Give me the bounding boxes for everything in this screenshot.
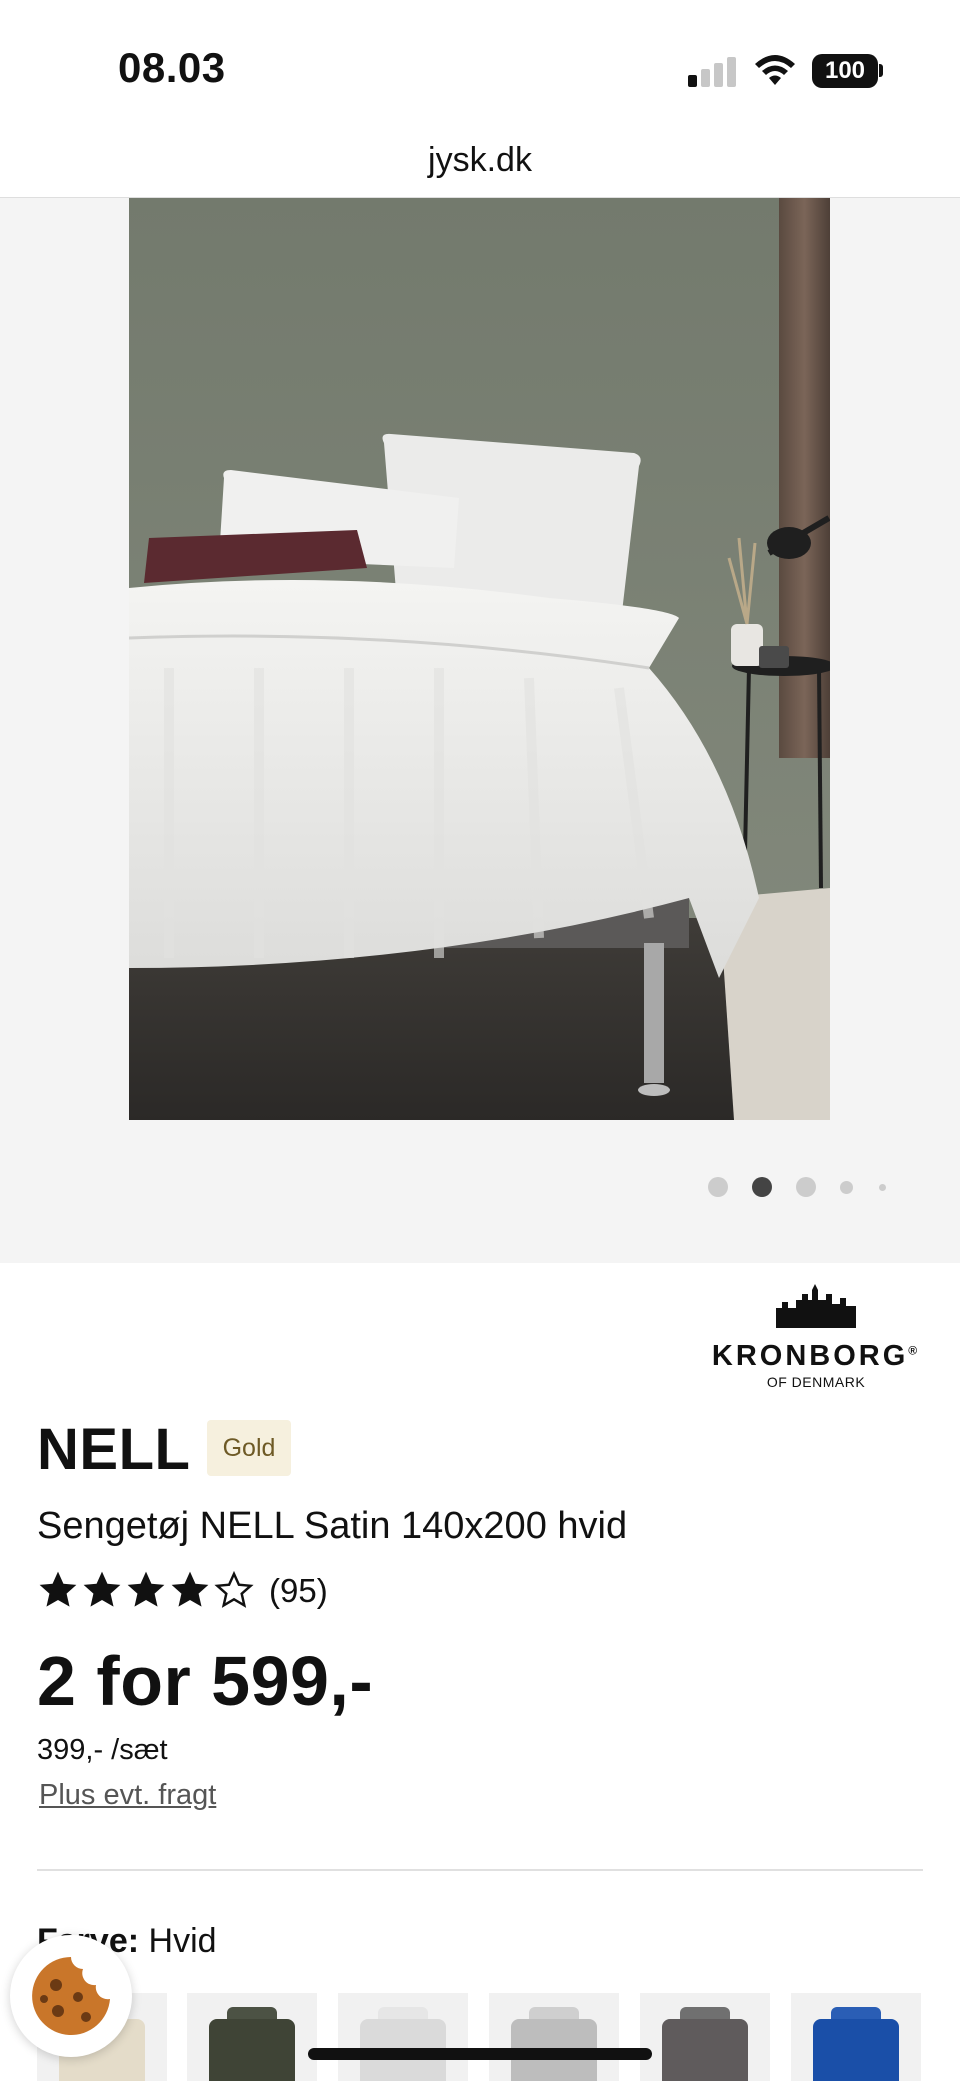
browser-url-bar[interactable]: jysk.dk <box>0 130 960 198</box>
gallery-dot[interactable] <box>879 1184 886 1191</box>
brand-logo[interactable]: KRONBORG® OF DENMARK <box>704 1282 928 1392</box>
gallery-dot[interactable] <box>708 1177 728 1197</box>
product-gallery[interactable] <box>0 198 960 1263</box>
product-image[interactable] <box>129 198 830 1120</box>
rating-count[interactable]: (95) <box>269 1572 328 1610</box>
battery-icon: 100 <box>812 54 878 88</box>
cookie-settings-button[interactable] <box>10 1935 132 2057</box>
gold-badge: Gold <box>207 1420 291 1476</box>
star-filled-icon <box>39 1571 77 1607</box>
product-subtitle: Sengetøj NELL Satin 140x200 hvid <box>37 1505 628 1547</box>
product-title: NELL <box>37 1417 191 1482</box>
url-text: jysk.dk <box>428 141 532 179</box>
unit-price: 399,- /sæt <box>37 1734 168 1766</box>
gallery-dot[interactable] <box>840 1181 853 1194</box>
color-swatch-grey[interactable] <box>489 1993 619 2081</box>
shipping-link[interactable]: Plus evt. fragt <box>39 1779 216 1812</box>
star-filled-icon <box>127 1571 165 1607</box>
color-swatch-dark-grey[interactable] <box>640 1993 770 2081</box>
cellular-signal-icon <box>688 55 738 87</box>
brand-name: KRONBORG® <box>711 1340 921 1372</box>
wifi-icon <box>755 55 795 85</box>
color-swatch-light-grey[interactable] <box>338 1993 468 2081</box>
product-price: 2 for 599,- <box>37 1642 374 1720</box>
color-value: Hvid <box>148 1922 217 1960</box>
battery-tip <box>879 64 883 77</box>
cookie-icon <box>32 1957 110 2035</box>
color-swatches[interactable] <box>0 1993 960 2081</box>
divider <box>37 1869 923 1871</box>
star-filled-icon <box>171 1571 209 1607</box>
status-time: 08.03 <box>118 44 226 91</box>
color-swatch-dark-green[interactable] <box>187 1993 317 2081</box>
gallery-pagination[interactable] <box>0 1170 960 1200</box>
gallery-dot[interactable] <box>796 1177 816 1197</box>
home-indicator[interactable] <box>308 2048 652 2060</box>
brand-subtitle: OF DENMARK <box>766 1374 866 1390</box>
star-empty-icon <box>214 1570 254 1608</box>
gallery-dot-active[interactable] <box>752 1177 772 1197</box>
star-filled-icon <box>83 1571 121 1607</box>
castle-icon <box>776 1284 856 1328</box>
status-bar: 08.03 100 <box>0 0 960 130</box>
color-swatch-blue[interactable] <box>791 1993 921 2081</box>
